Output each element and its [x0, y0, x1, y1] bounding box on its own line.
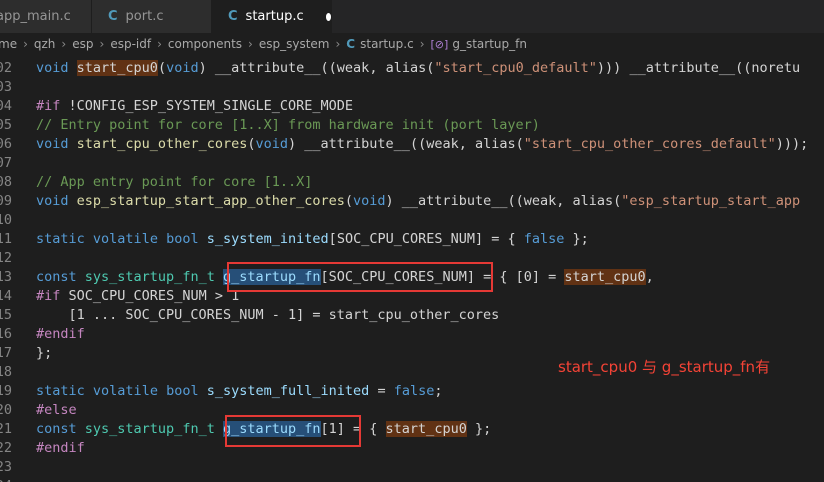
line-number: 23: [0, 459, 12, 475]
tab-startup[interactable]: C startup.c: [212, 0, 332, 33]
breadcrumb-item[interactable]: components: [168, 37, 242, 51]
code-line[interactable]: 04 #if !CONFIG_ESP_SYSTEM_SINGLE_CORE_MOD…: [0, 97, 824, 116]
chevron-right-icon: ›: [248, 37, 253, 51]
line-number: 14: [0, 288, 12, 304]
line-number: 02: [0, 60, 12, 76]
line-number: 20: [0, 402, 12, 418]
c-file-icon: C: [108, 9, 118, 24]
chevron-right-icon: ›: [419, 37, 425, 51]
breadcrumb-item[interactable]: esp-idf: [110, 37, 151, 51]
line-number: 08: [0, 174, 12, 190]
chevron-right-icon: ›: [23, 37, 28, 51]
code-line[interactable]: 02 void start_cpu0(void) __attribute__((w…: [0, 59, 824, 78]
line-number: 21: [0, 421, 12, 437]
tab-port[interactable]: C port.c: [92, 0, 212, 33]
code-line[interactable]: 19 static volatile bool s_system_full_ini…: [0, 382, 824, 401]
code-text: // App entry point for core [1..X]: [36, 174, 313, 190]
line-number: 16: [0, 326, 12, 342]
line-number: 19: [0, 383, 12, 399]
code-text: void start_cpu_other_cores(void) __attri…: [36, 136, 809, 152]
tab-label: app_main.c: [0, 9, 71, 24]
line-number: 15: [0, 307, 12, 323]
line-number: 11: [0, 231, 12, 247]
code-line[interactable]: 06 void start_cpu_other_cores(void) __att…: [0, 135, 824, 154]
code-text: // Entry point for core [1..X] from hard…: [36, 117, 540, 133]
line-number: 22: [0, 440, 12, 456]
line-number: 17: [0, 345, 12, 361]
line-number: 05: [0, 117, 12, 133]
code-line[interactable]: 03: [0, 78, 824, 97]
chevron-right-icon: ›: [99, 37, 105, 51]
breadcrumb-item[interactable]: esp_system: [259, 37, 330, 51]
breadcrumb-item[interactable]: esp: [72, 37, 93, 51]
code-line[interactable]: 05 // Entry point for core [1..X] from ha…: [0, 116, 824, 135]
line-number: 07: [0, 155, 12, 171]
code-text: #endif: [36, 326, 85, 342]
line-number: 03: [0, 79, 12, 95]
code-text: #if SOC_CPU_CORES_NUM > 1: [36, 288, 240, 304]
code-text: [1 ... SOC_CPU_CORES_NUM - 1] = start_cp…: [36, 307, 500, 323]
code-text: static volatile bool s_system_inited[SOC…: [36, 231, 589, 247]
code-line[interactable]: 22 #endif: [0, 439, 824, 458]
code-line[interactable]: 21const sys_startup_fn_t g_startup_fn[1]…: [0, 420, 824, 439]
highlight-box: [225, 415, 361, 447]
line-number: 04: [0, 98, 12, 114]
code-line[interactable]: 23: [0, 458, 824, 477]
code-text: void esp_startup_start_app_other_cores(v…: [36, 193, 801, 209]
code-text: static volatile bool s_system_full_inite…: [36, 383, 443, 399]
code-line[interactable]: 09 void esp_startup_start_app_other_cores…: [0, 192, 824, 211]
breadcrumb-item[interactable]: me: [0, 37, 17, 51]
highlight-box: [227, 262, 493, 292]
breadcrumb-item[interactable]: qzh: [34, 37, 56, 51]
code-line[interactable]: 10: [0, 211, 824, 230]
tab-app-main[interactable]: app_main.c: [0, 0, 92, 33]
breadcrumb-item[interactable]: startup.c: [360, 37, 414, 51]
chevron-right-icon: ›: [335, 37, 341, 51]
code-text: };: [36, 345, 53, 361]
code-text: #else: [36, 402, 77, 418]
tab-label: port.c: [125, 9, 164, 24]
line-number: 06: [0, 136, 12, 152]
code-line[interactable]: 20 #else: [0, 401, 824, 420]
line-number: 12: [0, 250, 12, 266]
code-line[interactable]: 16 #endif: [0, 325, 824, 344]
code-line[interactable]: 24: [0, 477, 824, 482]
line-number: 13: [0, 269, 12, 285]
tab-label: startup.c: [245, 9, 304, 24]
code-text: void start_cpu0(void) __attribute__((wea…: [36, 60, 801, 76]
line-number: 10: [0, 212, 12, 228]
code-line[interactable]: 15 [1 ... SOC_CPU_CORES_NUM - 1] = start…: [0, 306, 824, 325]
breadcrumb: me › qzh › esp › esp-idf › components › …: [0, 33, 824, 55]
code-line[interactable]: 08 // App entry point for core [1..X]: [0, 173, 824, 192]
c-file-icon: C: [346, 37, 356, 51]
chevron-right-icon: ›: [157, 37, 162, 51]
variable-symbol-icon: [⊘]: [430, 37, 449, 51]
tab-bar: app_main.c C port.c C startup.c: [0, 0, 824, 33]
code-line[interactable]: 07: [0, 154, 824, 173]
breadcrumb-item[interactable]: g_startup_fn: [452, 37, 527, 51]
code-text: #endif: [36, 440, 85, 456]
code-line[interactable]: 11 static volatile bool s_system_inited[S…: [0, 230, 824, 249]
line-number: 24: [0, 477, 12, 482]
code-text: #if !CONFIG_ESP_SYSTEM_SINGLE_CORE_MODE: [36, 98, 353, 114]
c-file-icon: C: [228, 9, 238, 24]
chevron-right-icon: ›: [61, 37, 67, 51]
line-number: 09: [0, 193, 12, 209]
unsaved-dot-icon[interactable]: [325, 12, 331, 21]
annotation-note: start_cpu0 与 g_startup_fn有: [558, 358, 771, 376]
line-number: 18: [0, 364, 12, 380]
